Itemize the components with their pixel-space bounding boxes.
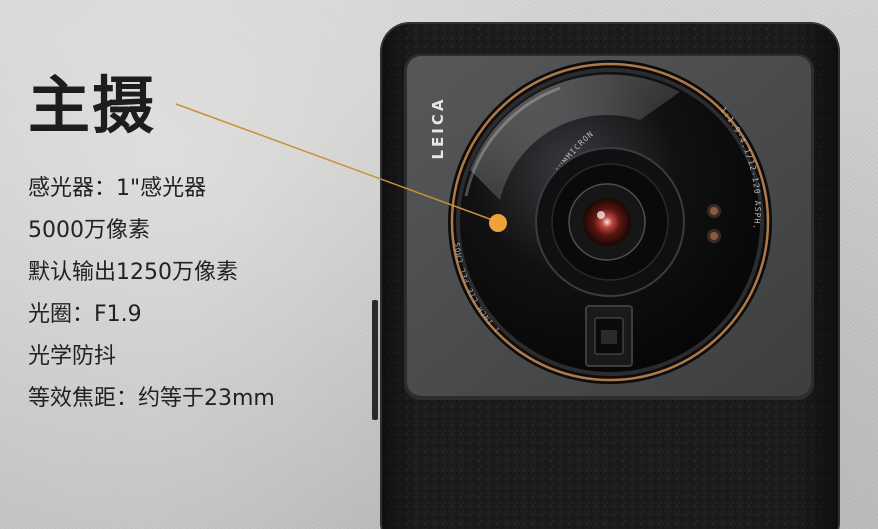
spec-list: 感光器：1"感光器 5000万像素 默认输出1250万像素 光圈：F1.9 光学… (28, 168, 275, 420)
leica-logo: LEICA (429, 96, 447, 159)
spec-stabilization: 光学防抖 (28, 344, 117, 369)
spec-focal-length: 等效焦距：约等于23mm (28, 386, 275, 411)
spec-aperture: 光圈：F1.9 (28, 302, 142, 327)
product-banner: LEICA 1:1.9-4.1/12-120 ASPH. VARIO-SUMMI… (0, 0, 878, 529)
callout-dot (489, 214, 507, 232)
spec-output: 默认输出1250万像素 (28, 260, 238, 285)
spec-sensor: 感光器：1"感光器 (28, 176, 207, 201)
page-title: 主摄 (28, 69, 157, 142)
spec-resolution: 5000万像素 (28, 218, 150, 243)
